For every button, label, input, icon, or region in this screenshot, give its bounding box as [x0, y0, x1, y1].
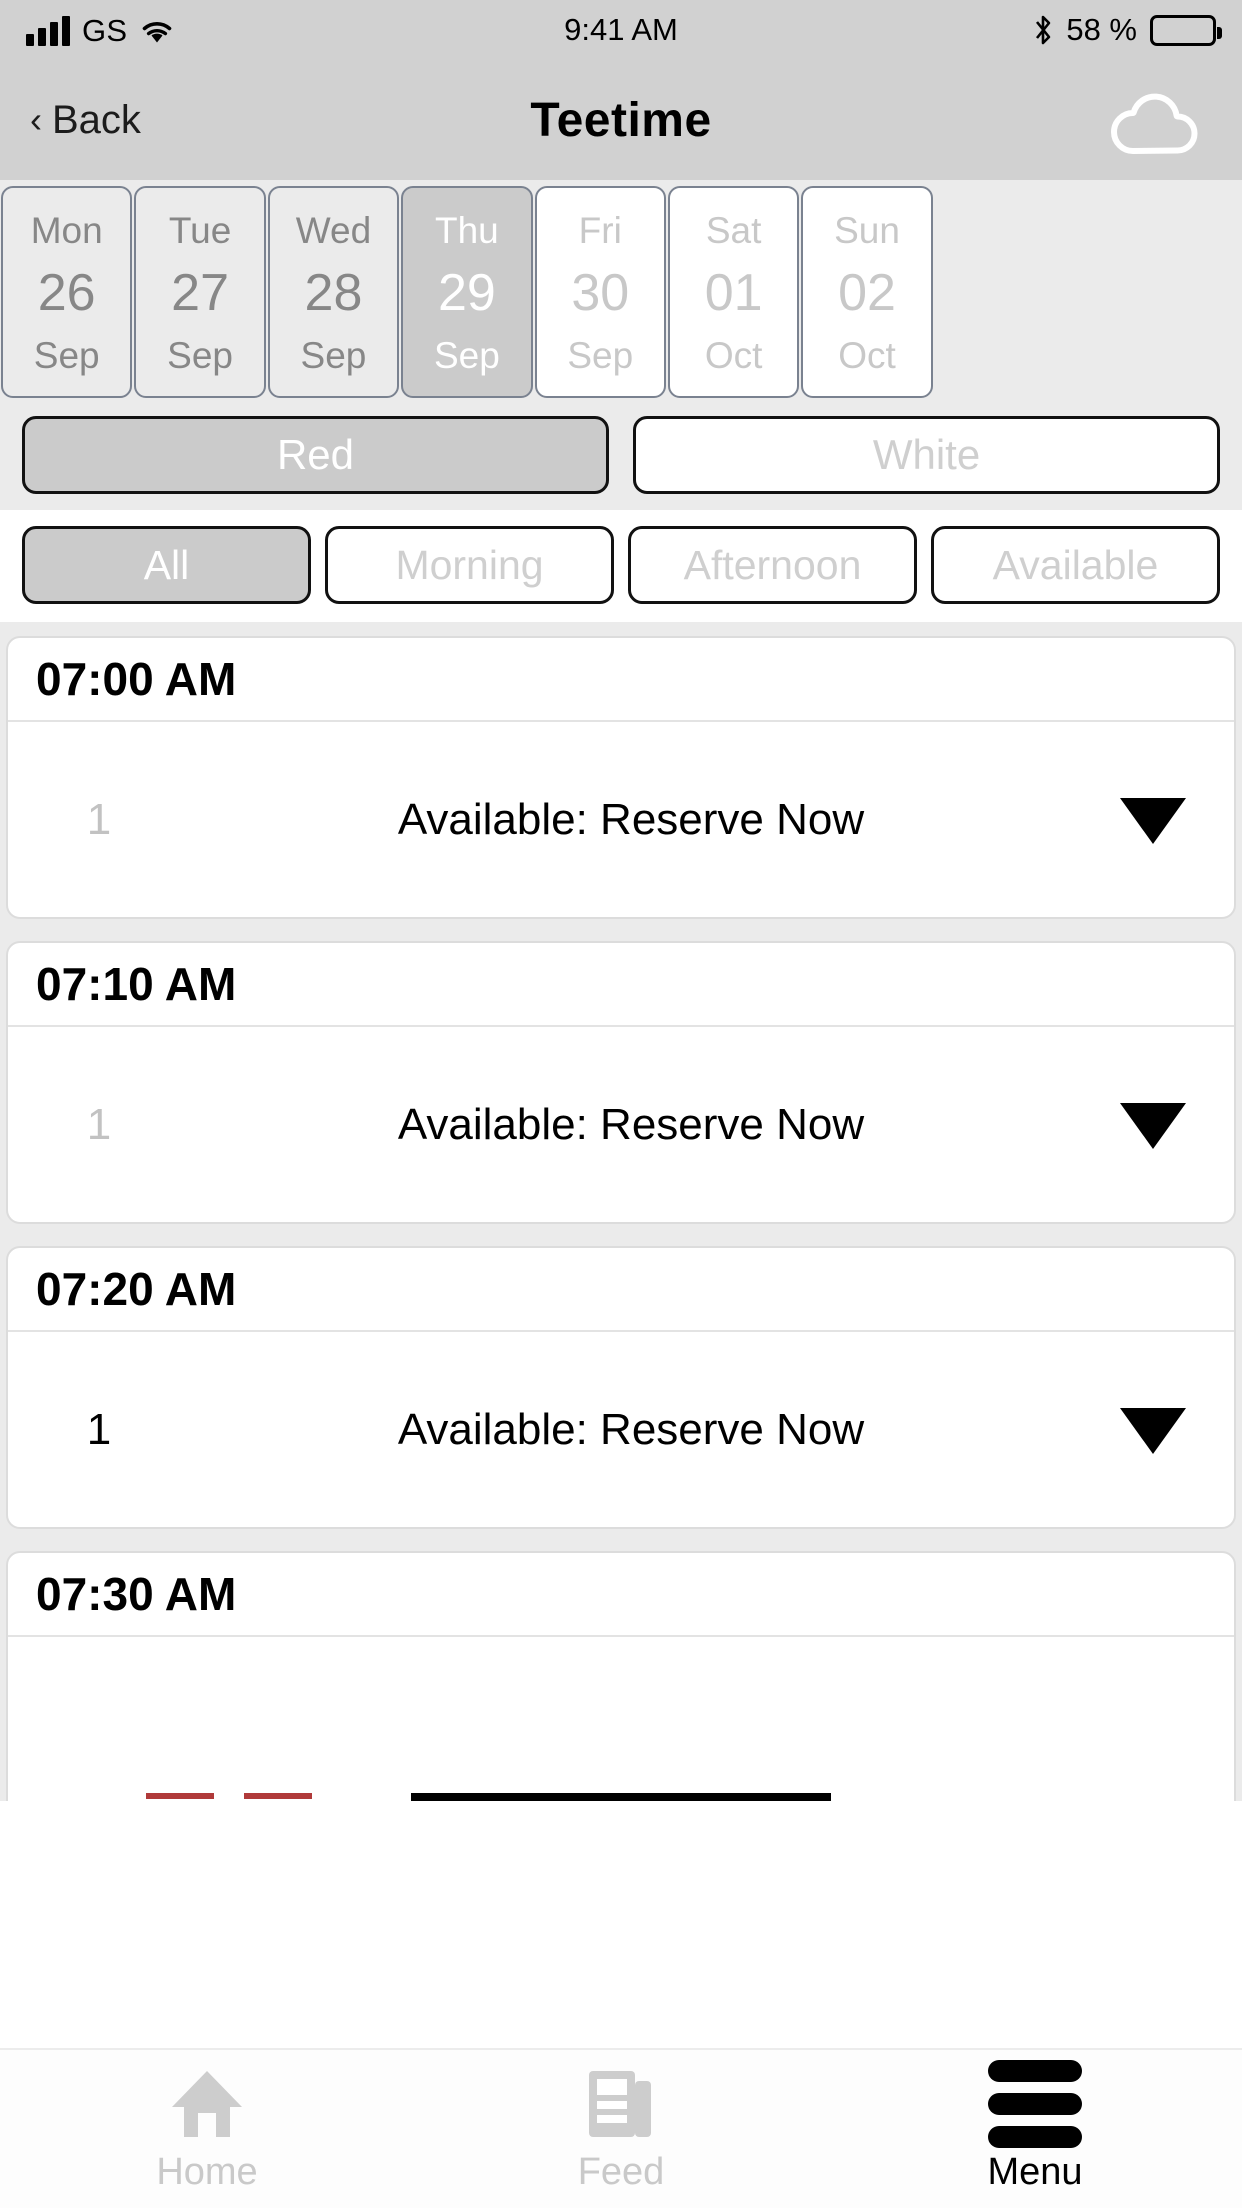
feed-icon	[585, 2067, 657, 2141]
course-toggle[interactable]: Red White	[22, 416, 1220, 494]
teetime-card[interactable]: 07:10 AM 1 Available: Reserve Now	[6, 941, 1236, 1224]
date-card-dow: Wed	[295, 210, 372, 251]
teetime-slot-number: 1	[86, 1099, 112, 1149]
teetime-card[interactable]: 07:00 AM 1 Available: Reserve Now	[6, 636, 1236, 919]
date-card-dow: Sun	[834, 210, 900, 251]
tab-label: Home	[156, 2151, 258, 2193]
filter-toggle[interactable]: All Morning Afternoon Available	[22, 526, 1220, 604]
teetime-card-header: 07:10 AM	[8, 943, 1234, 1027]
date-card-day: 28	[304, 264, 363, 322]
date-card-day: 01	[704, 264, 763, 322]
date-card-thu[interactable]: Thu 29 Sep	[401, 186, 533, 398]
teetime-card[interactable]: 07:30 AM	[6, 1551, 1236, 1801]
teetime-card[interactable]: 07:20 AM 1 Available: Reserve Now	[6, 1246, 1236, 1529]
date-card-month: Oct	[704, 335, 763, 376]
date-card-day: 30	[571, 264, 630, 322]
teetime-status-label: Available: Reserve Now	[397, 794, 865, 844]
teetime-card-body[interactable]: 1 Available: Reserve Now	[8, 722, 1234, 917]
tab-label: Feed	[577, 2151, 665, 2193]
date-card-dow: Mon	[30, 210, 103, 251]
date-card-mon[interactable]: Mon 26 Sep	[1, 186, 133, 398]
teetime-status-label: Available: Reserve Now	[397, 1404, 865, 1454]
teetime-card-body[interactable]	[8, 1637, 1234, 1801]
date-card-day: 26	[37, 264, 96, 322]
date-card-month: Oct	[838, 335, 896, 376]
date-card-day: 02	[838, 264, 896, 322]
page-title: Teetime	[530, 93, 712, 147]
teetime-time: 07:30 AM	[36, 1568, 237, 1620]
home-indicator	[411, 1793, 831, 1801]
clipped-red-marks	[146, 1793, 312, 1799]
tab-menu[interactable]: Menu	[828, 2060, 1242, 2193]
date-card-dow: Fri	[578, 210, 622, 251]
navigation-bar: ‹ Back Teetime	[0, 60, 1242, 180]
date-card-month: Sep	[567, 335, 634, 376]
date-card-dow: Sat	[705, 210, 762, 251]
tab-bar[interactable]: Home Feed Menu	[0, 2048, 1242, 2208]
battery-percent-label: 58 %	[1066, 12, 1137, 47]
date-card-sun[interactable]: Sun 02 Oct	[801, 186, 933, 398]
date-card-sat[interactable]: Sat 01 Oct	[667, 186, 800, 398]
date-card-day: 29	[437, 264, 496, 322]
date-card-month: Sep	[33, 335, 100, 376]
back-button-label: Back	[52, 97, 141, 142]
teetime-card-header: 07:30 AM	[8, 1553, 1234, 1637]
back-button[interactable]: ‹ Back	[30, 98, 141, 143]
chevron-down-icon[interactable]	[1108, 1404, 1198, 1456]
date-card-month: Sep	[433, 335, 500, 376]
status-bar-right: 58 %	[1033, 12, 1222, 48]
date-card-dow: Tue	[168, 210, 232, 251]
teetime-card-body[interactable]: 1 Available: Reserve Now	[8, 1332, 1234, 1527]
date-card-fri[interactable]: Fri 30 Sep	[534, 186, 666, 398]
teetime-card-header: 07:20 AM	[8, 1248, 1234, 1332]
course-toggle-section: Red White	[0, 402, 1242, 510]
course-option-red[interactable]: Red	[22, 416, 609, 494]
date-card-tue[interactable]: Tue 27 Sep	[134, 186, 266, 398]
teetime-status-label: Available: Reserve Now	[397, 1099, 865, 1149]
teetime-list[interactable]: 07:00 AM 1 Available: Reserve Now 07:10 AM 1…	[0, 622, 1242, 1801]
filter-option-morning[interactable]: Morning	[325, 526, 614, 604]
chevron-down-icon[interactable]	[1108, 794, 1198, 846]
date-strip[interactable]: Mon 26 Sep Tue 27 Sep Wed 28 Sep Thu 29 Sep Fri 30 Sep…	[0, 180, 1242, 402]
teetime-time: 07:10 AM	[36, 958, 237, 1010]
hamburger-menu-icon	[988, 2060, 1082, 2148]
tab-feed[interactable]: Feed	[414, 2067, 828, 2191]
tab-home[interactable]: Home	[0, 2067, 414, 2191]
filter-option-all[interactable]: All	[22, 526, 311, 604]
teetime-card-header: 07:00 AM	[8, 638, 1234, 722]
status-bar: GS 9:41 AM 58 %	[0, 0, 1242, 60]
teetime-slot-number: 1	[86, 1404, 112, 1454]
home-icon	[168, 2067, 246, 2141]
teetime-time: 07:00 AM	[36, 653, 237, 705]
date-card-wed[interactable]: Wed 28 Sep	[267, 186, 400, 398]
filter-section: All Morning Afternoon Available	[0, 510, 1242, 622]
battery-icon	[1150, 14, 1222, 46]
date-card-day: 27	[171, 264, 229, 322]
course-option-white[interactable]: White	[633, 416, 1220, 494]
date-card-month: Sep	[167, 335, 233, 376]
tab-label: Menu	[987, 2151, 1083, 2193]
date-card-month: Sep	[300, 335, 367, 376]
bluetooth-icon	[1033, 14, 1053, 46]
filter-option-afternoon[interactable]: Afternoon	[628, 526, 917, 604]
teetime-slot-number: 1	[86, 794, 112, 844]
cloud-icon[interactable]	[1100, 81, 1212, 159]
teetime-card-body[interactable]: 1 Available: Reserve Now	[8, 1027, 1234, 1222]
chevron-down-icon[interactable]	[1108, 1099, 1198, 1151]
teetime-time: 07:20 AM	[36, 1263, 237, 1315]
date-card-dow: Thu	[434, 210, 499, 251]
chevron-left-icon: ‹	[30, 99, 42, 140]
filter-option-available[interactable]: Available	[931, 526, 1220, 604]
